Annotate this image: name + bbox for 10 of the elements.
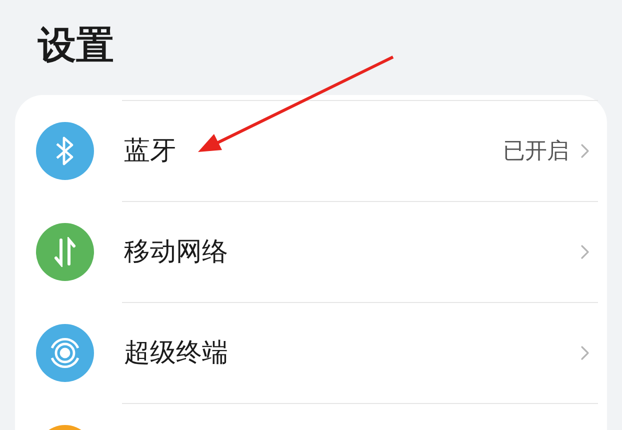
setting-status: 已开启 <box>503 138 569 166</box>
setting-label: 超级终端 <box>124 336 228 370</box>
settings-row[interactable]: 移动网络 <box>15 202 607 302</box>
settings-row[interactable]: 超级终端 <box>15 303 607 403</box>
settings-row[interactable]: 蓝牙 已开启 <box>15 101 607 201</box>
setting-label: 移动网络 <box>124 236 228 268</box>
setting-label: 蓝牙 <box>124 134 176 168</box>
bluetooth-icon <box>54 136 76 166</box>
page-title: 设置 <box>38 22 114 68</box>
concentric-rings-icon <box>48 336 82 370</box>
